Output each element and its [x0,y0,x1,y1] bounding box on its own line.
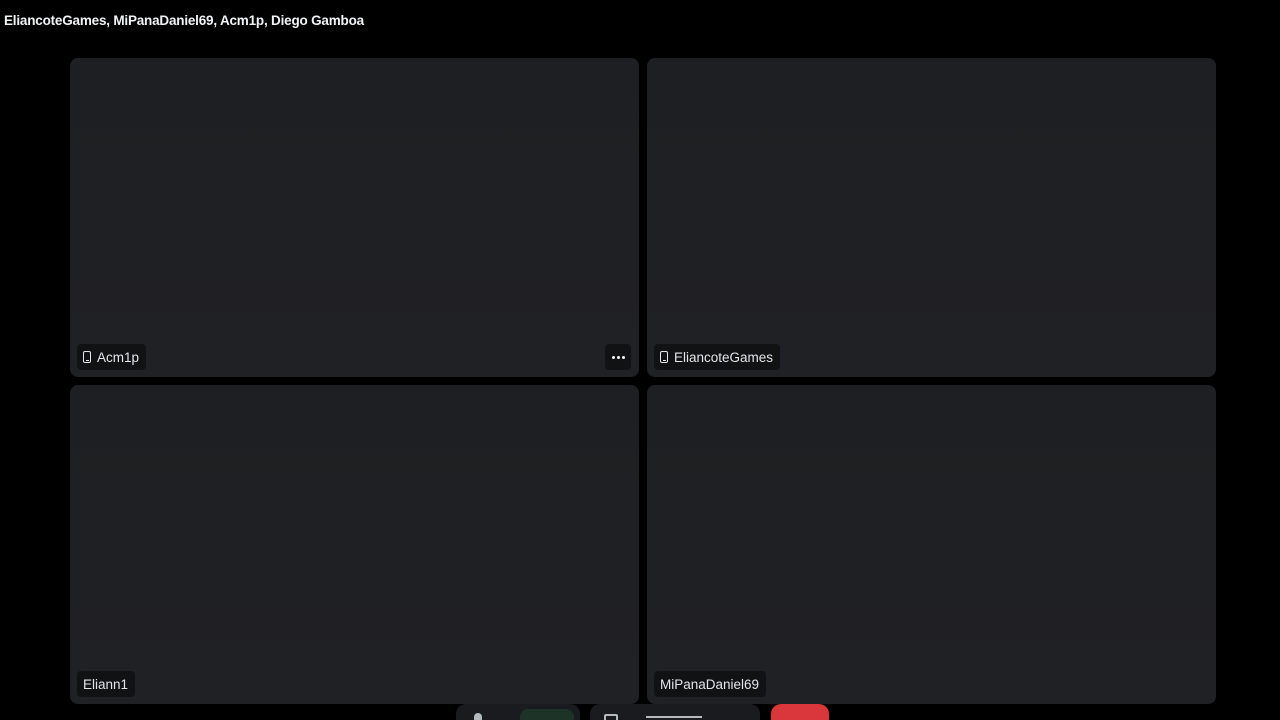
video-tile-eliancotegames[interactable]: EliancoteGames [647,58,1216,377]
video-tile-eliann1[interactable]: Eliann1 [70,385,639,704]
mobile-phone-icon [660,351,668,363]
leave-call-button[interactable] [771,704,829,720]
participant-name: Eliann1 [83,676,129,692]
participant-name-tag: Eliann1 [77,671,136,697]
microphone-control[interactable] [456,704,580,720]
more-dot-icon [611,355,615,359]
participant-name-tag: MiPanaDaniel69 [654,671,767,697]
mobile-phone-icon [83,351,91,363]
video-tile-mipanadaniel69[interactable]: MiPanaDaniel69 [647,385,1216,704]
camera-control[interactable] [590,704,760,720]
participant-name: Acm1p [97,349,140,365]
call-title: EliancoteGames, MiPanaDaniel69, Acm1p, D… [4,13,364,28]
camera-icon [604,714,618,720]
more-dot-icon [616,355,620,359]
more-options-button[interactable] [605,344,631,370]
participant-name-tag: EliancoteGames [654,344,781,370]
microphone-icon [474,713,482,720]
camera-label [646,716,702,720]
participant-name: EliancoteGames [674,349,774,365]
more-dot-icon [621,355,625,359]
video-tile-acm1p[interactable]: Acm1p [70,58,639,377]
participant-name-tag: Acm1p [77,344,147,370]
microphone-options-button[interactable] [520,709,574,720]
participant-name: MiPanaDaniel69 [660,676,760,692]
call-header: EliancoteGames, MiPanaDaniel69, Acm1p, D… [0,0,1280,44]
call-control-bar [0,704,1280,720]
